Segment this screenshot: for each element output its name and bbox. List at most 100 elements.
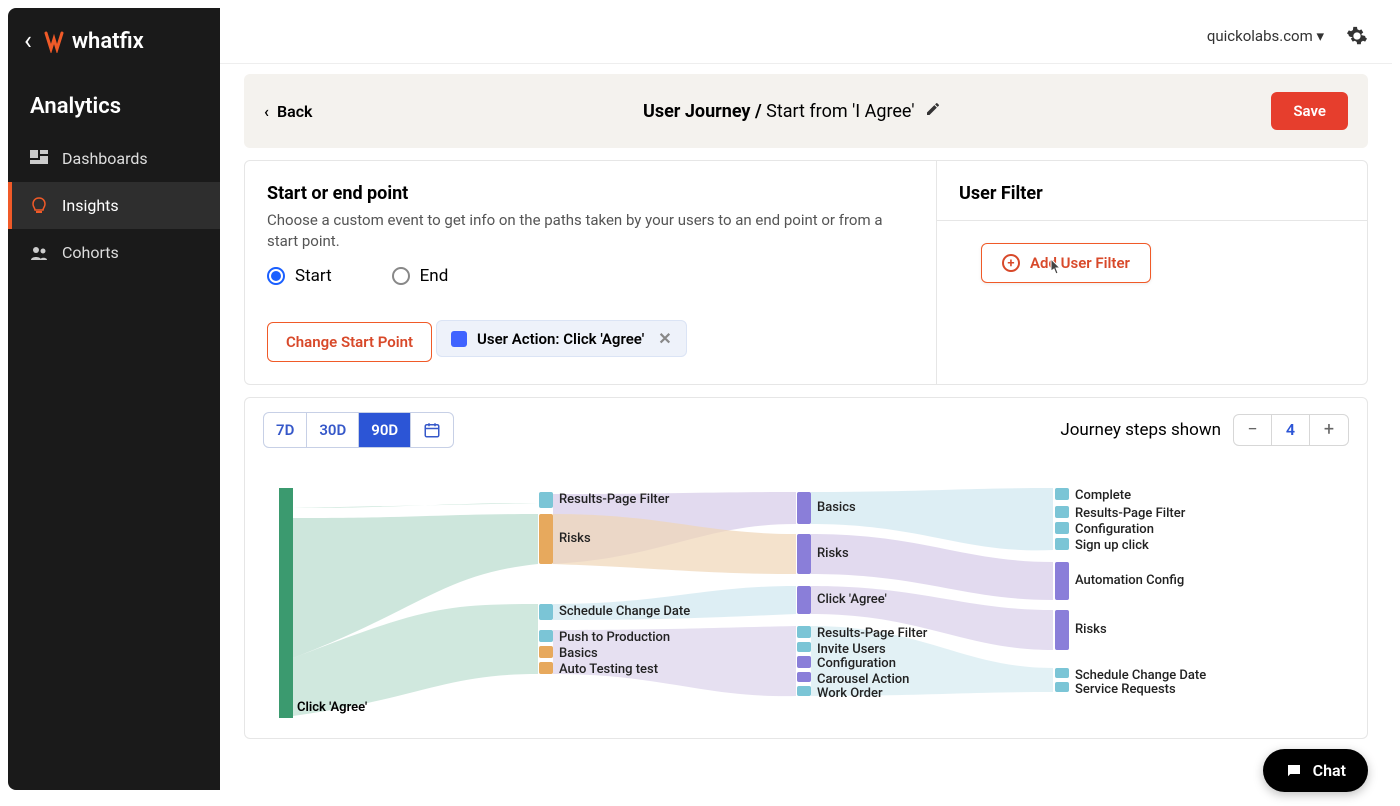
chat-button[interactable]: Chat [1263,749,1368,792]
sankey-start-node [279,488,293,718]
sankey-node-label: Service Requests [1075,682,1176,697]
logo-text: whatfix [72,29,144,54]
sankey-node-label: Automation Config [1075,573,1184,588]
add-user-filter-button[interactable]: + Add User Filter [981,243,1151,283]
sankey-node [1055,488,1069,500]
panel-description: Choose a custom event to get info on the… [267,210,914,252]
range-30d[interactable]: 30D [307,413,359,447]
sankey-node [1055,538,1069,550]
sankey-node [797,492,811,524]
breadcrumb-title: User Journey / Start from 'I Agree' [313,101,1272,122]
sankey-node [797,586,811,614]
radio-icon [392,267,410,285]
back-label: Back [277,102,313,121]
sidebar: ‹ whatfix Analytics Dashboards Insights [8,8,220,790]
config-panels: Start or end point Choose a custom event… [244,160,1368,385]
insights-icon [30,197,48,215]
journey-card: 7D 30D 90D Journey steps shown − 4 + [244,397,1368,739]
sankey-node [797,672,811,682]
sankey-node-label: Risks [817,546,849,561]
panel-heading: User Filter [959,183,1345,204]
date-range-group: 7D 30D 90D [263,412,454,448]
back-chevron-icon[interactable]: ‹ [24,26,32,56]
sankey-node-label: Carousel Action [817,672,909,687]
sankey-node-label: Configuration [817,656,896,671]
radio-icon [267,267,285,285]
sankey-node-label: Schedule Change Date [559,604,690,619]
range-90d[interactable]: 90D [359,413,411,447]
selected-event-chip: User Action: Click 'Agree' ✕ [436,320,687,357]
sankey-node-label: Results-Page Filter [817,626,927,641]
sankey-node [797,626,811,638]
back-button[interactable]: ‹ Back [264,102,313,121]
change-start-point-button[interactable]: Change Start Point [267,322,432,362]
sankey-node-label: Configuration [1075,522,1154,537]
steps-decrement[interactable]: − [1234,415,1272,445]
logo-row: ‹ whatfix [8,8,220,66]
sidebar-item-dashboards[interactable]: Dashboards [8,135,220,182]
sankey-node [539,604,553,620]
event-tag-icon [451,331,467,347]
main-content: quickolabs.com ▾ ‹ Back User Journey / S… [220,8,1392,790]
plus-circle-icon: + [1002,254,1020,272]
sankey-node-label: Click 'Agree' [817,592,887,607]
sidebar-item-label: Cohorts [62,243,119,262]
save-button[interactable]: Save [1271,92,1348,130]
edit-icon[interactable] [925,101,941,122]
settings-gear-icon[interactable] [1346,25,1368,47]
breadcrumb-bar: ‹ Back User Journey / Start from 'I Agre… [244,74,1368,148]
sankey-node [1055,610,1069,650]
sankey-node [1055,522,1069,534]
sankey-node-label: Schedule Change Date [1075,668,1206,683]
sankey-node [539,630,553,642]
sankey-node [797,642,811,652]
steps-value: 4 [1272,415,1310,445]
steps-shown-label: Journey steps shown [1060,420,1221,440]
topbar: quickolabs.com ▾ [220,8,1392,64]
radio-end[interactable]: End [392,266,449,286]
sankey-node [1055,682,1069,692]
sankey-node-label: Invite Users [817,642,886,657]
sankey-node-label: Basics [559,646,598,661]
sankey-node-label: Results-Page Filter [1075,506,1185,521]
sankey-node [1055,562,1069,600]
whatfix-logo[interactable]: whatfix [44,29,144,54]
sankey-node [1055,506,1069,518]
sankey-diagram: Click 'Agree' Results-Page Filter Risks Sc… [263,458,1349,738]
sankey-start-label: Click 'Agree' [297,700,367,715]
radio-start[interactable]: Start [267,266,332,286]
sankey-node [797,656,811,668]
sidebar-item-cohorts[interactable]: Cohorts [8,229,220,276]
calendar-icon [423,421,441,439]
range-7d[interactable]: 7D [264,413,307,447]
sidebar-item-label: Dashboards [62,149,148,168]
sidebar-item-label: Insights [62,196,119,215]
sankey-node-label: Work Order [817,686,883,701]
sidebar-item-insights[interactable]: Insights [8,182,220,229]
sankey-node [539,492,553,508]
sankey-node-label: Risks [1075,622,1107,637]
sankey-node-label: Basics [817,500,856,515]
sankey-node-label: Auto Testing test [559,662,658,677]
panel-heading: Start or end point [267,183,914,204]
steps-increment[interactable]: + [1310,415,1348,445]
chip-label: User Action: Click 'Agree' [477,330,644,348]
sankey-node [539,646,553,658]
sidebar-title: Analytics [8,66,220,135]
sankey-node [797,686,811,696]
sankey-node [539,514,553,564]
whatfix-mark-icon [44,29,68,53]
cohorts-icon [30,244,48,262]
steps-stepper: − 4 + [1233,414,1349,446]
remove-chip-icon[interactable]: ✕ [658,329,671,348]
cursor-pointer-icon [1047,257,1063,277]
sankey-node-label: Push to Production [559,630,670,645]
sankey-node-label: Risks [559,531,591,546]
chevron-left-icon: ‹ [264,102,269,121]
sankey-node [797,534,811,574]
sankey-node-label: Sign up click [1075,538,1149,553]
domain-dropdown[interactable]: quickolabs.com ▾ [1207,27,1324,45]
sankey-node [1055,668,1069,678]
range-custom-calendar[interactable] [411,413,453,447]
sankey-node-label: Complete [1075,488,1131,503]
